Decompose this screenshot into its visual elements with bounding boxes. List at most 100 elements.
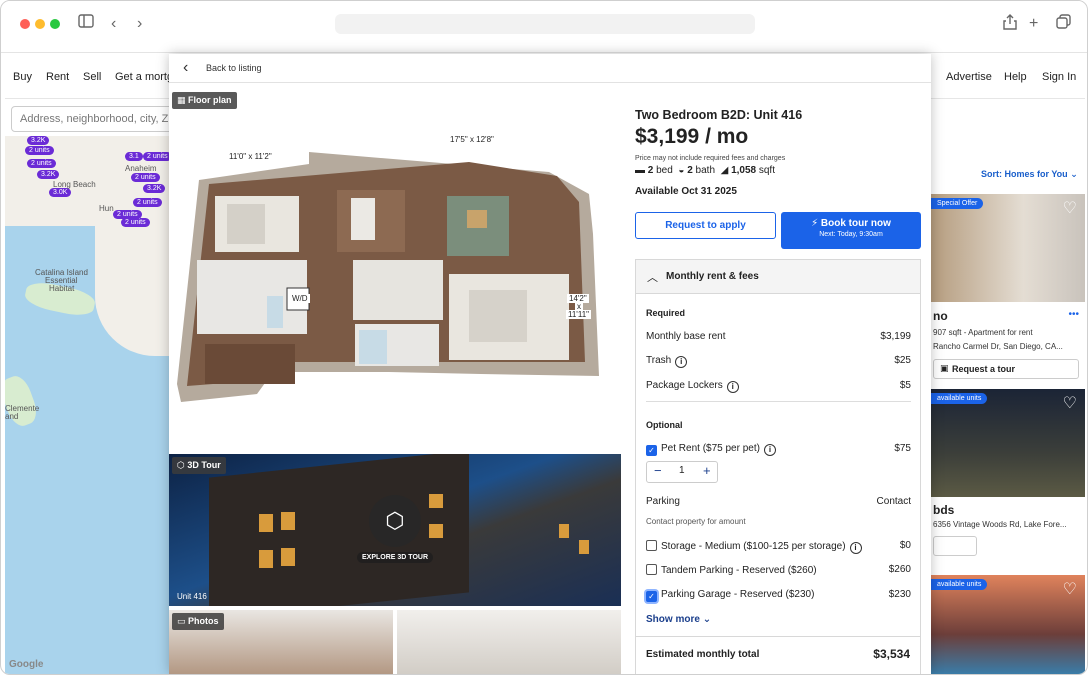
fee-value: Contact: [876, 496, 911, 507]
more-options-icon[interactable]: •••: [1068, 309, 1079, 320]
unit-specs: ▬ 2 bed ◒ 2 bath ◢ 1,058 sqft: [635, 165, 775, 176]
storage-checkbox[interactable]: [646, 540, 657, 551]
listing-card-image[interactable]: available units ♡: [931, 575, 1085, 674]
building-window: [559, 524, 569, 538]
map-pin[interactable]: 3.1: [125, 152, 143, 161]
nav-sell[interactable]: Sell: [83, 71, 101, 83]
maximize-window-button[interactable]: [50, 19, 60, 29]
fees-accordion-header[interactable]: ︿ Monthly rent & fees: [636, 260, 920, 294]
share-icon[interactable]: [1003, 14, 1017, 36]
heart-icon[interactable]: ♡: [1063, 198, 1077, 218]
3d-tour-tag[interactable]: ⬡ 3D Tour: [172, 457, 226, 474]
back-arrow-icon[interactable]: ‹: [111, 14, 116, 34]
fee-value: $260: [888, 564, 911, 575]
minus-icon[interactable]: −: [654, 463, 662, 478]
fee-value: $25: [894, 355, 911, 366]
map-pin[interactable]: 2 units: [121, 218, 150, 227]
lightning-icon: ⚡: [811, 218, 819, 229]
beds-count: 2: [647, 165, 654, 176]
google-attribution: Google: [9, 659, 44, 670]
fee-label: Storage - Medium ($100-125 per storage): [661, 541, 846, 552]
minimize-window-button[interactable]: [35, 19, 45, 29]
address-bar[interactable]: [335, 14, 755, 34]
browser-window: ‹ › + Buy Rent Sell Get a mortga Adverti…: [0, 0, 1088, 675]
dimension-label: 11'0" x 11'2": [227, 152, 274, 161]
explore-3d-tour-button[interactable]: ⬡: [369, 495, 421, 547]
fee-row-pet-rent: ✓ Pet Rent ($75 per pet) i $75: [646, 443, 911, 456]
floor-plan-tag[interactable]: ▦ Floor plan: [172, 92, 237, 109]
pet-quantity-stepper[interactable]: − 1 +: [646, 461, 718, 483]
fee-row-option: Tandem Parking - Reserved ($260) $260: [646, 564, 911, 576]
listing-card-image[interactable]: available units ♡: [931, 389, 1085, 497]
map-pin[interactable]: 3.2K: [27, 136, 50, 145]
back-to-listing-link[interactable]: Back to listing: [206, 63, 262, 73]
forward-arrow-icon[interactable]: ›: [137, 14, 142, 34]
sort-dropdown[interactable]: Sort: Homes for You ⌄: [981, 169, 1078, 180]
chevron-down-icon: ⌄: [1070, 169, 1078, 179]
map-pin[interactable]: 3.2K: [143, 184, 166, 193]
map-pin[interactable]: 2 units: [133, 198, 162, 207]
calendar-icon: ▣: [940, 363, 949, 373]
heart-icon[interactable]: ♡: [1063, 579, 1077, 599]
close-window-button[interactable]: [20, 19, 30, 29]
listing-card-image[interactable]: Special Offer ♡: [931, 194, 1085, 302]
nav-rent[interactable]: Rent: [46, 71, 69, 83]
explore-3d-tour-label[interactable]: EXPLORE 3D TOUR: [357, 552, 433, 563]
photos-tag[interactable]: ▭ Photos: [172, 613, 224, 630]
info-icon[interactable]: i: [849, 542, 862, 554]
floor-plan-image[interactable]: ▦ Floor plan 17'5" x 12'8" 11'0" x 11'2"…: [169, 84, 621, 454]
nav-help[interactable]: Help: [1004, 71, 1027, 83]
map-pin[interactable]: 3.2K: [37, 170, 60, 179]
new-tab-icon[interactable]: +: [1029, 14, 1038, 34]
plus-icon[interactable]: +: [703, 463, 711, 478]
location-search-input[interactable]: Address, neighborhood, city, ZIP: [11, 106, 181, 132]
nav-sign-in[interactable]: Sign In: [1042, 71, 1076, 83]
fee-label: Tandem Parking - Reserved ($260): [661, 565, 817, 576]
building-window: [259, 550, 273, 568]
building-window: [579, 540, 589, 554]
unit-title: Two Bedroom B2D: Unit 416: [635, 108, 803, 122]
special-offer-badge: Special Offer: [931, 198, 984, 209]
info-icon[interactable]: i: [726, 381, 739, 393]
photo-thumbnail[interactable]: [397, 610, 621, 674]
listing-card-title[interactable]: bds: [933, 503, 954, 517]
map-pin[interactable]: 3.0K: [49, 188, 72, 197]
bed-icon: ▬: [635, 165, 645, 176]
book-tour-button[interactable]: ⚡ Book tour now Next: Today, 9:30am: [781, 212, 921, 249]
tandem-parking-checkbox[interactable]: [646, 564, 657, 575]
show-more-link[interactable]: Show more ⌄: [646, 614, 711, 625]
request-tour-button[interactable]: ▣ Request a tour: [933, 359, 1079, 379]
total-label: Estimated monthly total: [646, 649, 760, 660]
request-to-apply-button[interactable]: Request to apply: [635, 212, 776, 239]
pet-rent-checkbox[interactable]: ✓: [646, 445, 657, 456]
chevron-down-icon: ⌄: [702, 614, 712, 625]
parking-garage-checkbox[interactable]: ✓: [646, 591, 657, 602]
map[interactable]: 3.2K 2 units 2 units 3.2K 3.1 2 units 2 …: [5, 136, 171, 674]
sidebar-icon[interactable]: [78, 14, 94, 34]
3d-tour-preview[interactable]: ⬡ 3D Tour ⬡ EXPLORE 3D TOUR Unit 416: [169, 454, 621, 606]
map-pin[interactable]: 2 units: [143, 152, 171, 161]
modal-header: ‹ Back to listing: [169, 54, 931, 83]
floor-plan-illustration: [177, 152, 599, 402]
media-gallery: ▦ Floor plan 17'5" x 12'8" 11'0" x 11'2"…: [169, 84, 621, 674]
heart-icon[interactable]: ♡: [1063, 393, 1077, 413]
request-tour-button[interactable]: [933, 536, 977, 556]
tabs-icon[interactable]: [1056, 14, 1071, 35]
baths-label: bath: [695, 165, 716, 176]
unit-details-panel: Two Bedroom B2D: Unit 416 $3,199 / mo Pr…: [635, 84, 921, 674]
nav-advertise[interactable]: Advertise: [946, 71, 992, 83]
listing-card-address: Rancho Carmel Dr, San Diego, CA...: [933, 342, 1063, 351]
nav-buy[interactable]: Buy: [13, 71, 32, 83]
required-section-label: Required: [646, 308, 686, 318]
info-icon[interactable]: i: [763, 444, 776, 456]
info-icon[interactable]: i: [675, 356, 688, 368]
unit-label: Unit 416: [177, 592, 207, 601]
building-window: [429, 494, 443, 508]
map-pin[interactable]: 2 units: [25, 146, 54, 155]
listing-card-title[interactable]: no: [933, 309, 948, 323]
map-pin[interactable]: 2 units: [131, 173, 160, 182]
unit-price: $3,199 / mo: [635, 125, 749, 148]
map-pin[interactable]: 2 units: [27, 159, 56, 168]
chevron-left-icon[interactable]: ‹: [183, 59, 188, 77]
listing-card-details: 907 sqft - Apartment for rent: [933, 328, 1033, 337]
